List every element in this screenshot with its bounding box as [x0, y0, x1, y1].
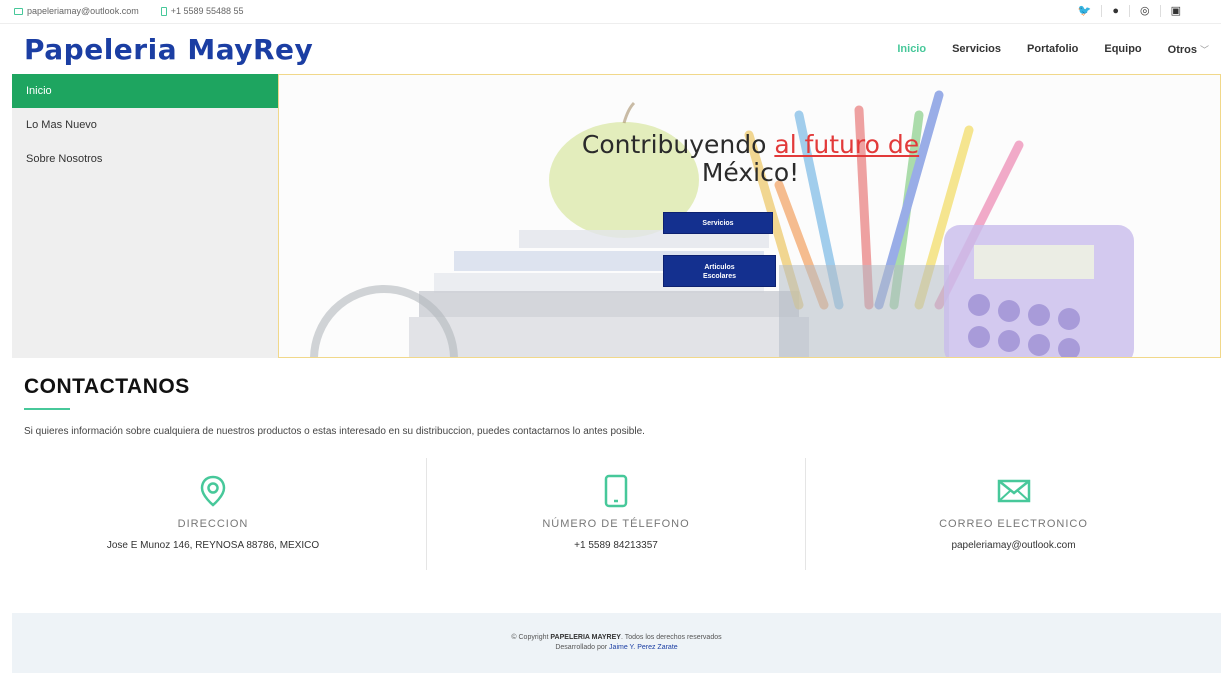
address-label: DIRECCION — [177, 518, 249, 530]
nav-servicios[interactable]: Servicios — [952, 43, 1001, 56]
envelope-icon — [14, 7, 23, 15]
sidebar-item-lo-mas-nuevo[interactable]: Lo Mas Nuevo — [12, 108, 278, 142]
articulos-escolares-button[interactable]: Articulos Escolares — [663, 255, 776, 287]
instagram-icon[interactable]: ◎ — [1128, 5, 1160, 17]
developer-link[interactable]: Jaime Y. Perez Zarate — [609, 644, 678, 651]
headline-pre: Contribuyendo — [581, 130, 767, 159]
github-icon[interactable]: ● — [1101, 5, 1129, 17]
section-description: Si quieres información sobre cualquiera … — [24, 426, 645, 437]
copyright-pre: © Copyright — [511, 634, 549, 641]
address-value: Jose E Munoz 146, REYNOSA 88786, MEXICO — [106, 540, 320, 551]
top-contact-info: papeleriamay@outlook.com +1 5589 55488 5… — [14, 6, 244, 16]
servicios-button[interactable]: Servicios — [663, 212, 773, 234]
section-title: CONTACTANOS — [24, 375, 190, 398]
copyright-post: . Todos los derechos reservados — [620, 634, 722, 641]
header: Papeleria MayRey Inicio Servicios Portaf… — [0, 24, 1221, 74]
contact-address: DIRECCION Jose E Munoz 146, REYNOSA 8878… — [0, 458, 426, 570]
chevron-down-icon: ﹀ — [1199, 45, 1209, 55]
button2-line1: Articulos — [704, 264, 735, 271]
top-email-text: papeleriamay@outlook.com — [27, 6, 139, 16]
phone-label: NÚMERO DE TÉLEFONO — [542, 518, 690, 530]
location-pin-icon — [200, 475, 226, 507]
email-value: papeleriamay@outlook.com — [951, 540, 1076, 551]
social-links: 🐦 ● ◎ ▣ — [1068, 5, 1191, 17]
top-bar: papeleriamay@outlook.com +1 5589 55488 5… — [0, 0, 1221, 24]
headline-post: México! — [701, 158, 800, 187]
linkedin-icon[interactable]: ▣ — [1159, 5, 1191, 17]
hero-headline: Contribuyendo al futuro de México! — [279, 130, 1220, 187]
title-underline — [24, 408, 70, 410]
nav-inicio[interactable]: Inicio — [897, 43, 926, 56]
nav-equipo[interactable]: Equipo — [1104, 43, 1141, 56]
top-phone-text: +1 5589 55488 55 — [170, 6, 244, 16]
site-logo[interactable]: Papeleria MayRey — [24, 33, 313, 66]
headline-highlight: al futuro de — [774, 130, 920, 159]
main-nav: Inicio Servicios Portafolio Equipo Otros… — [897, 43, 1209, 56]
contact-phone: NÚMERO DE TÉLEFONO +1 5589 84213357 — [426, 458, 806, 570]
sidebar-item-sobre-nosotros[interactable]: Sobre Nosotros — [12, 142, 278, 176]
phone-icon — [160, 6, 167, 16]
phone-icon — [604, 474, 628, 508]
top-phone[interactable]: +1 5589 55488 55 — [160, 6, 244, 16]
sidebar-item-inicio[interactable]: Inicio — [12, 74, 278, 108]
email-label: CORREO ELECTRONICO — [939, 518, 1088, 530]
nav-portafolio[interactable]: Portafolio — [1027, 43, 1078, 56]
developer-line: Desarrollado por Jaime Y. Perez Zarate — [12, 643, 1221, 653]
phone-value: +1 5589 84213357 — [574, 540, 658, 551]
top-email[interactable]: papeleriamay@outlook.com — [14, 6, 139, 16]
sidebar: Inicio Lo Mas Nuevo Sobre Nosotros — [12, 74, 278, 358]
nav-otros-label: Otros — [1167, 44, 1197, 56]
envelope-icon — [997, 479, 1030, 503]
copyright-brand: PAPELERIA MAYREY — [550, 634, 621, 641]
hero-banner: Contribuyendo al futuro de México! Servi… — [278, 74, 1221, 358]
twitter-icon[interactable]: 🐦 — [1068, 5, 1102, 17]
button2-line2: Escolares — [702, 273, 737, 280]
nav-otros[interactable]: Otros ﹀ — [1168, 43, 1209, 56]
footer: © Copyright PAPELERIA MAYREY. Todos los … — [12, 613, 1221, 673]
copyright-line: © Copyright PAPELERIA MAYREY. Todos los … — [12, 633, 1221, 643]
developed-pre: Desarrollado por — [555, 644, 608, 651]
contact-email: CORREO ELECTRONICO papeleriamay@outlook.… — [806, 458, 1221, 570]
